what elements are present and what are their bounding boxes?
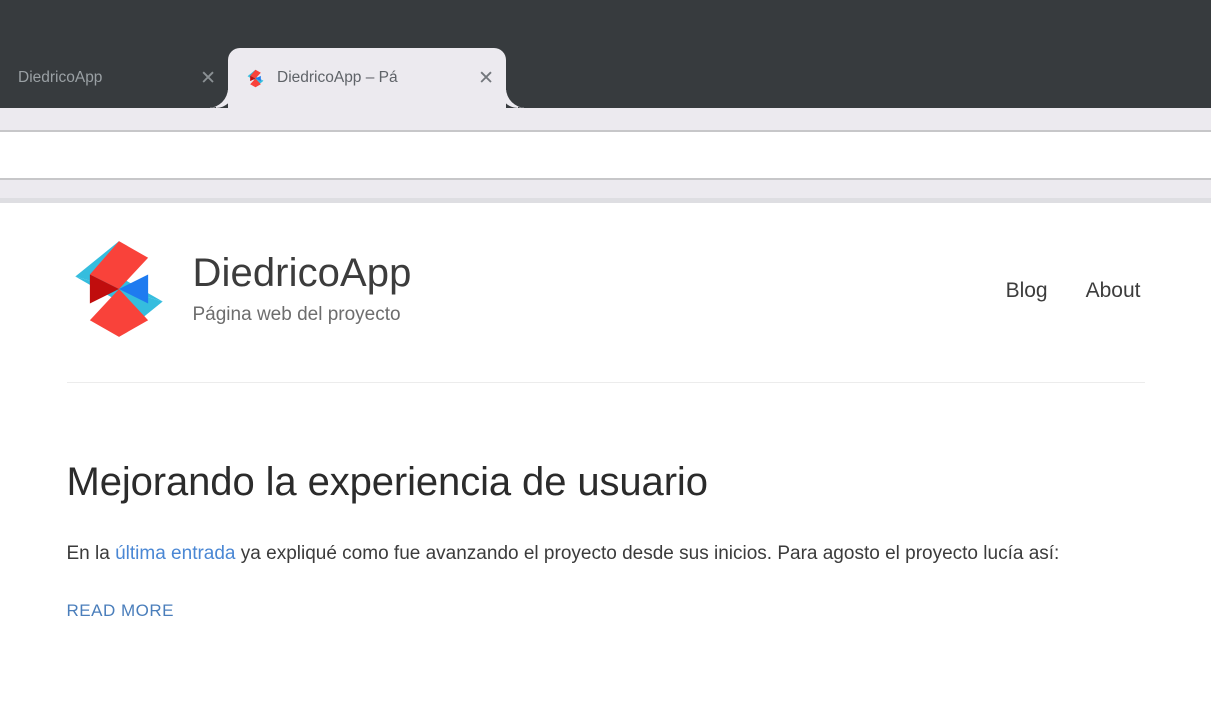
tab-title: DiedricoApp – Pá [277,68,398,86]
site-subtitle: Página web del proyecto [192,304,401,326]
post-body-before-link: En la [66,543,116,565]
site-navigation: Blog About [1006,278,1147,303]
nav-link-about[interactable]: About [1086,278,1141,303]
tab-close-icon[interactable]: ✕ [200,68,216,88]
browser-address-area[interactable] [0,132,1211,180]
browser-tab-inactive[interactable]: DiedricoApp ✕ [0,48,228,108]
browser-chrome: DiedricoApp ✕ DiedricoApp – Pá ✕ [0,0,1211,108]
page-viewport: DiedricoApp Página web del proyecto Blog… [0,203,1211,710]
site-branding: DiedricoApp Página web del proyecto [193,251,1006,327]
ultima-entrada-link[interactable]: última entrada [115,543,235,564]
site-header: DiedricoApp Página web del proyecto Blog… [65,224,1147,354]
browser-tab-active[interactable]: DiedricoApp – Pá ✕ [208,48,526,108]
blog-post: Mejorando la experiencia de usuario En l… [65,459,1147,621]
tab-close-icon[interactable]: ✕ [478,68,494,88]
post-body: En la última entrada ya expliqué como fu… [67,538,1077,571]
browser-bookmark-bar[interactable] [0,180,1211,198]
site-title: DiedricoApp [192,251,412,296]
diedricoapp-favicon [246,69,265,88]
tab-ear-right [506,88,526,108]
nav-link-blog[interactable]: Blog [1006,278,1048,303]
header-divider [66,382,1145,383]
post-body-after-link: ya expliqué como fue avanzando el proyec… [235,543,1060,565]
tab-title: DiedricoApp [18,68,103,86]
page-container: DiedricoApp Página web del proyecto Blog… [65,203,1147,621]
read-more-link[interactable]: READ MORE [67,601,174,621]
tab-strip: DiedricoApp ✕ DiedricoApp – Pá ✕ [0,40,1211,108]
browser-toolbar[interactable] [0,108,1211,132]
post-title: Mejorando la experiencia de usuario [66,460,708,504]
diedricoapp-logo[interactable] [67,237,171,341]
